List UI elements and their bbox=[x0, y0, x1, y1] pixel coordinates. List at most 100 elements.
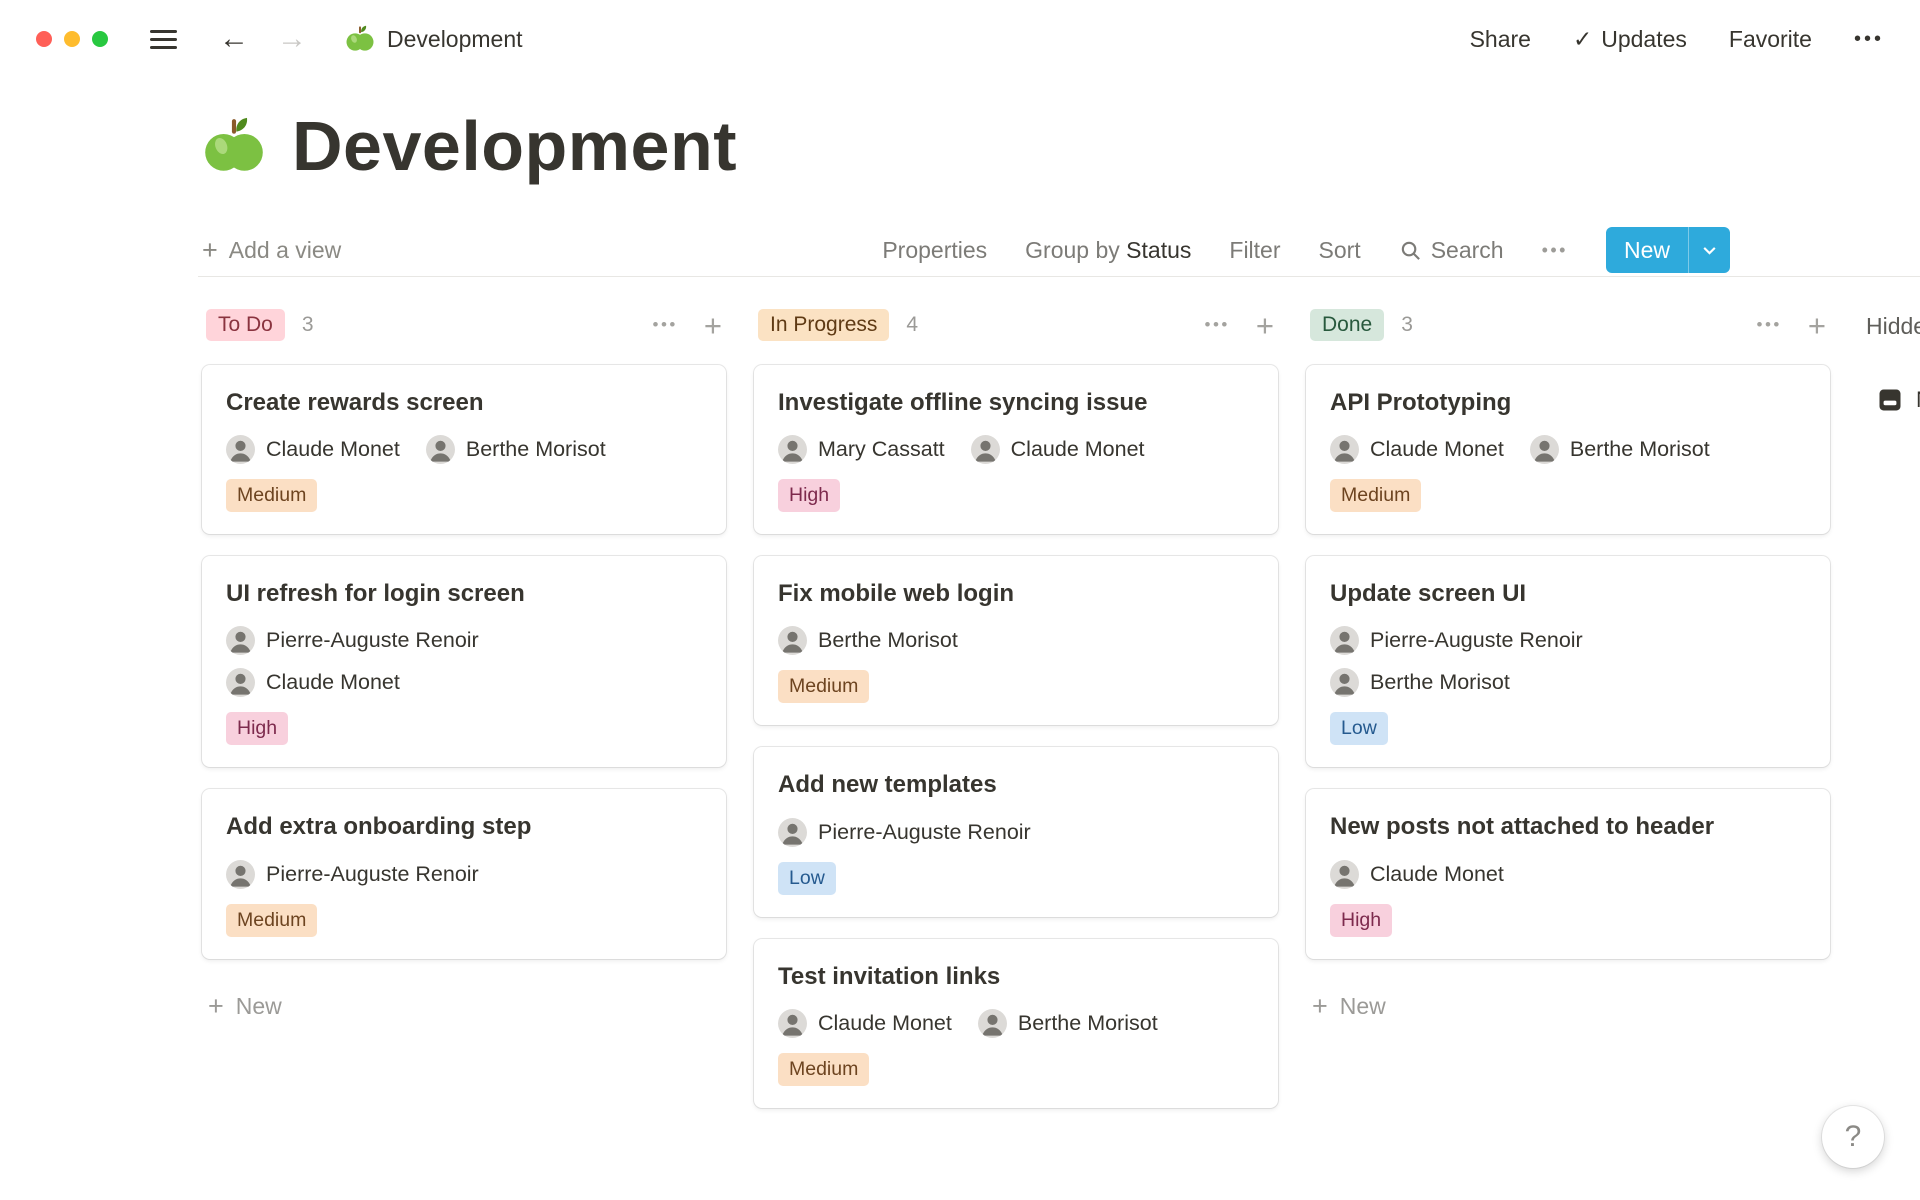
top-bar-actions: Share ✓ Updates Favorite ••• bbox=[1470, 26, 1884, 53]
assignee: Pierre-Auguste Renoir bbox=[226, 860, 479, 889]
page-title[interactable]: Development bbox=[292, 106, 737, 186]
priority-badge: Medium bbox=[778, 670, 869, 703]
avatar-icon bbox=[226, 626, 255, 655]
kanban-card[interactable]: Add new templatesPierre-Auguste RenoirLo… bbox=[754, 747, 1278, 916]
assignee: Claude Monet bbox=[778, 1009, 952, 1038]
assignee-name: Berthe Morisot bbox=[1018, 1011, 1158, 1036]
apple-page-icon-large[interactable] bbox=[202, 114, 266, 178]
breadcrumb[interactable]: Development bbox=[345, 24, 523, 54]
priority-badge: Medium bbox=[226, 904, 317, 937]
assignee: Pierre-Auguste Renoir bbox=[1330, 626, 1583, 655]
assignee-name: Pierre-Auguste Renoir bbox=[818, 820, 1031, 845]
assignee-name: Mary Cassatt bbox=[818, 437, 945, 462]
hidden-columns-label[interactable]: Hidden columns bbox=[1858, 309, 1920, 340]
column-status-badge[interactable]: In Progress bbox=[758, 309, 889, 341]
assignee-name: Berthe Morisot bbox=[1570, 437, 1710, 462]
kanban-card[interactable]: New posts not attached to headerClaude M… bbox=[1306, 789, 1830, 958]
assignee-name: Berthe Morisot bbox=[466, 437, 606, 462]
board-column-done: Done3•••+API PrototypingClaude MonetBert… bbox=[1306, 307, 1830, 1032]
kanban-card[interactable]: Create rewards screen Claude Monet Berthe … bbox=[202, 365, 726, 534]
priority-badge: Low bbox=[1330, 712, 1388, 745]
card-title: Update screen UI bbox=[1330, 578, 1806, 609]
avatar-icon bbox=[778, 1009, 807, 1038]
kanban-card[interactable]: Update screen UI Pierre-Auguste RenoirBer… bbox=[1306, 556, 1830, 767]
share-button[interactable]: Share bbox=[1470, 26, 1531, 53]
minimize-window-button[interactable] bbox=[64, 31, 80, 47]
kanban-card[interactable]: UI refresh for login screenPierre-August… bbox=[202, 556, 726, 767]
card-assignees: Claude Monet Berthe Morisot bbox=[226, 435, 656, 464]
avatar-icon bbox=[1330, 626, 1359, 655]
assignee-name: Pierre-Auguste Renoir bbox=[266, 862, 479, 887]
plus-icon: + bbox=[1312, 993, 1328, 1020]
avatar-icon bbox=[778, 818, 807, 847]
card-title: Add extra onboarding step bbox=[226, 811, 702, 842]
filter-button[interactable]: Filter bbox=[1229, 237, 1280, 264]
hidden-group-no-status[interactable]: No Status bbox=[1858, 386, 1920, 414]
plus-icon: + bbox=[208, 993, 224, 1020]
card-assignees: Pierre-Auguste RenoirBerthe Morisot bbox=[1330, 626, 1760, 697]
assignee: Claude Monet bbox=[226, 435, 400, 464]
card-title: Create rewards screen bbox=[226, 387, 702, 418]
chevron-down-icon[interactable] bbox=[1688, 227, 1730, 273]
column-more-icon[interactable]: ••• bbox=[653, 315, 678, 335]
close-window-button[interactable] bbox=[36, 31, 52, 47]
column-add-icon[interactable]: + bbox=[1808, 310, 1826, 341]
card-priority-row: Medium bbox=[778, 670, 1254, 703]
plus-icon: + bbox=[202, 237, 218, 264]
column-status-badge[interactable]: Done bbox=[1310, 309, 1384, 341]
group-by-button[interactable]: Group by Status bbox=[1025, 237, 1191, 264]
avatar-icon bbox=[971, 435, 1000, 464]
card-priority-row: Medium bbox=[778, 1053, 1254, 1086]
column-add-icon[interactable]: + bbox=[1256, 310, 1274, 341]
search-button[interactable]: Search bbox=[1399, 237, 1504, 264]
favorite-button[interactable]: Favorite bbox=[1729, 26, 1812, 53]
column-more-icon[interactable]: ••• bbox=[1757, 315, 1782, 335]
column-count: 3 bbox=[302, 313, 314, 337]
help-button[interactable]: ? bbox=[1822, 1106, 1884, 1168]
kanban-card[interactable]: API PrototypingClaude MonetBerthe Moriso… bbox=[1306, 365, 1830, 534]
add-card-button[interactable]: +New bbox=[1306, 981, 1830, 1032]
avatar-icon bbox=[1330, 435, 1359, 464]
board-column-in-progress: In Progress 4 ••• + Investigate offline sync… bbox=[754, 307, 1278, 1130]
properties-button[interactable]: Properties bbox=[882, 237, 987, 264]
assignee-name: Pierre-Auguste Renoir bbox=[1370, 628, 1583, 653]
avatar-icon bbox=[1330, 860, 1359, 889]
updates-button[interactable]: ✓ Updates bbox=[1573, 26, 1687, 53]
kanban-card[interactable]: Fix mobile web loginBerthe MorisotMedium bbox=[754, 556, 1278, 725]
assignee: Mary Cassatt bbox=[778, 435, 945, 464]
priority-badge: Low bbox=[778, 862, 836, 895]
priority-badge: Medium bbox=[778, 1053, 869, 1086]
column-add-icon[interactable]: + bbox=[704, 310, 722, 341]
kanban-card[interactable]: Add extra onboarding step Pierre-Auguste … bbox=[202, 789, 726, 958]
kanban-card[interactable]: Test invitation links Claude Monet Berthe … bbox=[754, 939, 1278, 1108]
toolbar-more-icon[interactable]: ••• bbox=[1542, 240, 1568, 261]
priority-badge: High bbox=[226, 712, 288, 745]
new-button[interactable]: New bbox=[1606, 227, 1730, 273]
sidebar-toggle-icon[interactable] bbox=[150, 30, 177, 49]
breadcrumb-title: Development bbox=[387, 26, 523, 53]
board-column-to-do: To Do 3 ••• + Create rewards screen Claude Mo… bbox=[202, 307, 726, 1032]
sort-button[interactable]: Sort bbox=[1319, 237, 1361, 264]
add-view-button[interactable]: + Add a view bbox=[202, 237, 341, 264]
kanban-card[interactable]: Investigate offline syncing issueMary Ca… bbox=[754, 365, 1278, 534]
assignee-name: Claude Monet bbox=[266, 437, 400, 462]
card-assignees: Pierre-Auguste Renoir bbox=[226, 860, 656, 889]
zoom-window-button[interactable] bbox=[92, 31, 108, 47]
avatar-icon bbox=[1330, 668, 1359, 697]
card-title: Test invitation links bbox=[778, 961, 1254, 992]
card-priority-row: High bbox=[226, 712, 702, 745]
back-arrow-icon[interactable]: ← bbox=[219, 24, 249, 54]
column-count: 4 bbox=[906, 313, 918, 337]
add-card-button[interactable]: +New bbox=[202, 981, 726, 1032]
assignee-name: Claude Monet bbox=[1370, 437, 1504, 462]
column-header-to-do: To Do 3 ••• + bbox=[202, 307, 726, 343]
check-icon: ✓ bbox=[1573, 26, 1592, 53]
hidden-group-icon bbox=[1876, 386, 1904, 414]
column-more-icon[interactable]: ••• bbox=[1205, 315, 1230, 335]
hidden-columns-rail: Hidden columns No Status bbox=[1858, 307, 1920, 414]
search-icon bbox=[1399, 239, 1422, 262]
column-status-badge[interactable]: To Do bbox=[206, 309, 285, 341]
avatar-icon bbox=[226, 435, 255, 464]
more-options-icon[interactable]: ••• bbox=[1854, 28, 1884, 51]
apple-page-icon bbox=[345, 24, 375, 54]
